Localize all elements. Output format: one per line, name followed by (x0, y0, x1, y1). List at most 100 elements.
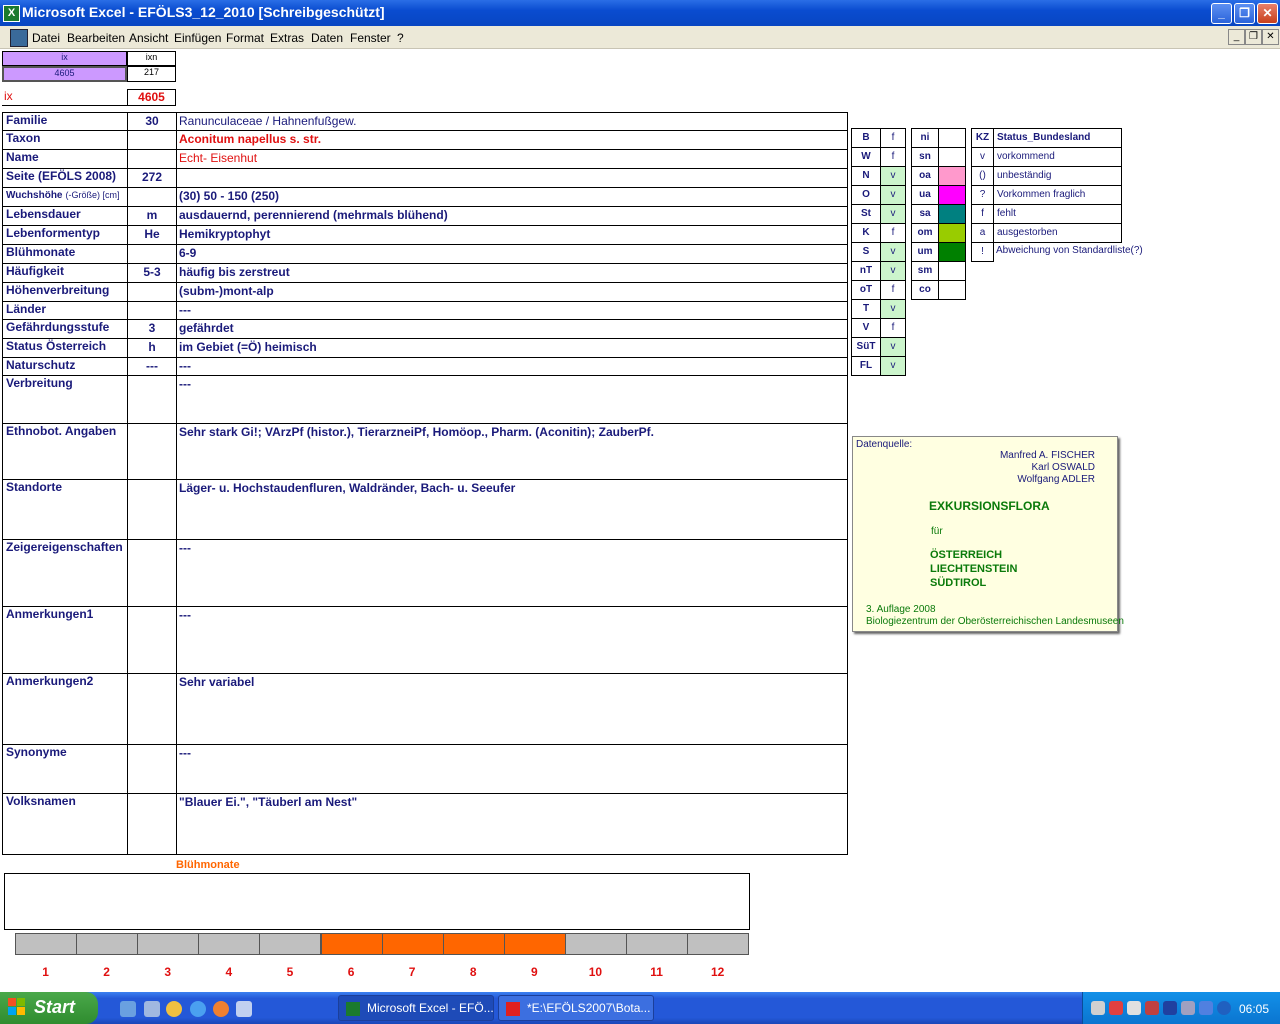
row-text-12[interactable]: im Gebiet (=Ö) heimisch (177, 339, 847, 358)
ixn-header: ixn (127, 51, 176, 66)
row-code-15[interactable] (127, 424, 177, 480)
doc-restore-button[interactable]: ❐ (1245, 29, 1262, 45)
workbook-icon[interactable] (10, 29, 28, 47)
row-text-19[interactable]: Sehr variabel (177, 674, 847, 745)
row-code-17[interactable] (127, 540, 177, 607)
row-code-18[interactable] (127, 607, 177, 674)
row-code-21[interactable] (127, 794, 177, 855)
restore-button[interactable]: ❐ (1234, 3, 1255, 24)
menu-ansicht[interactable]: Ansicht (129, 31, 168, 45)
region-value-5[interactable]: f (880, 223, 906, 243)
quicklaunch-desktop-icon[interactable] (120, 1001, 136, 1017)
menu-daten[interactable]: Daten (311, 31, 343, 45)
menu-einfuegen[interactable]: Einfügen (174, 31, 221, 45)
alt-color-swatch-0 (938, 128, 966, 148)
region-value-12[interactable]: v (880, 356, 906, 376)
quicklaunch-ie-icon[interactable] (190, 1001, 206, 1017)
row-code-0[interactable]: 30 (127, 113, 177, 132)
row-code-8[interactable]: 5-3 (127, 264, 177, 283)
ix-number[interactable]: 4605 (127, 89, 176, 106)
search-icon[interactable] (1127, 1001, 1141, 1015)
region-value-10[interactable]: f (880, 318, 906, 338)
row-text-0[interactable]: Ranunculaceae / Hahnenfußgew. (177, 113, 847, 132)
region-value-4[interactable]: v (880, 204, 906, 224)
app-tray-icon[interactable] (1217, 1001, 1231, 1015)
alert-icon[interactable] (1109, 1001, 1123, 1015)
taskbar-excel-button[interactable]: Microsoft Excel - EFÖ... (338, 995, 494, 1021)
row-code-9[interactable] (127, 283, 177, 302)
shield-icon[interactable] (1163, 1001, 1177, 1015)
row-text-18[interactable]: --- (177, 607, 847, 674)
quicklaunch-app-icon[interactable] (236, 1001, 252, 1017)
region-value-8[interactable]: f (880, 280, 906, 300)
ix-label: ix (2, 89, 127, 106)
row-code-5[interactable]: m (127, 207, 177, 226)
ix-value-cell[interactable]: 4605 (2, 66, 127, 82)
row-code-7[interactable] (127, 245, 177, 264)
row-code-4[interactable] (127, 188, 177, 207)
row-code-10[interactable] (127, 302, 177, 320)
row-code-20[interactable] (127, 745, 177, 794)
menu-datei[interactable]: Datei (32, 31, 60, 45)
row-text-11[interactable]: gefährdet (177, 320, 847, 339)
row-code-13[interactable]: --- (127, 358, 177, 376)
doc-close-button[interactable]: ✕ (1262, 29, 1279, 45)
row-text-10[interactable]: --- (177, 302, 847, 320)
minimize-button[interactable]: _ (1211, 3, 1232, 24)
row-text-4[interactable]: (30) 50 - 150 (250) (177, 188, 847, 207)
row-text-16[interactable]: Läger- u. Hochstaudenfluren, Waldränder,… (177, 480, 847, 540)
row-code-1[interactable] (127, 131, 177, 150)
row-text-1[interactable]: Aconitum napellus s. str. (177, 131, 847, 150)
region-value-2[interactable]: v (880, 166, 906, 186)
row-label-14: Verbreitung (6, 376, 73, 390)
close-button[interactable]: ✕ (1257, 3, 1278, 24)
row-text-7[interactable]: 6-9 (177, 245, 847, 264)
quicklaunch-media-icon[interactable] (166, 1001, 182, 1017)
row-text-2[interactable]: Echt- Eisenhut (177, 150, 847, 169)
menu-format[interactable]: Format (226, 31, 264, 45)
table-row: Zeigereigenschaften --- (2, 540, 848, 607)
row-text-9[interactable]: (subm-)mont-alp (177, 283, 847, 302)
start-button[interactable]: Start (0, 992, 98, 1024)
security-icon[interactable] (1145, 1001, 1159, 1015)
row-text-21[interactable]: "Blauer Ei.", "Täuberl am Nest" (177, 794, 847, 855)
menu-help[interactable]: ? (397, 31, 404, 45)
row-text-13[interactable]: --- (177, 358, 847, 376)
row-code-11[interactable]: 3 (127, 320, 177, 339)
taskbar-explorer-button[interactable]: *E:\EFÖLS2007\Bota... (498, 995, 654, 1021)
row-text-17[interactable]: --- (177, 540, 847, 607)
row-code-2[interactable] (127, 150, 177, 169)
row-code-14[interactable] (127, 376, 177, 424)
region-value-0[interactable]: f (880, 128, 906, 148)
row-code-12[interactable]: h (127, 339, 177, 358)
quicklaunch-firefox-icon[interactable] (213, 1001, 229, 1017)
row-text-8[interactable]: häufig bis zerstreut (177, 264, 847, 283)
region-value-6[interactable]: v (880, 242, 906, 262)
info-icon[interactable] (1199, 1001, 1213, 1015)
quicklaunch-explorer-icon[interactable] (144, 1001, 160, 1017)
region-value-11[interactable]: v (880, 337, 906, 357)
region-value-3[interactable]: v (880, 185, 906, 205)
ixn-value-cell[interactable]: 217 (127, 66, 176, 82)
row-code-19[interactable] (127, 674, 177, 745)
row-code-16[interactable] (127, 480, 177, 540)
volume-icon[interactable] (1181, 1001, 1195, 1015)
network-icon[interactable] (1091, 1001, 1105, 1015)
menu-extras[interactable]: Extras (270, 31, 304, 45)
region-value-7[interactable]: v (880, 261, 906, 281)
row-text-14[interactable]: --- (177, 376, 847, 424)
row-code-3[interactable]: 272 (127, 169, 177, 188)
row-text-3[interactable] (177, 169, 847, 188)
menu-bearbeiten[interactable]: Bearbeiten (67, 31, 125, 45)
region-value-9[interactable]: v (880, 299, 906, 319)
menu-fenster[interactable]: Fenster (350, 31, 391, 45)
row-code-6[interactable]: He (127, 226, 177, 245)
region-value-1[interactable]: f (880, 147, 906, 167)
row-text-20[interactable]: --- (177, 745, 847, 794)
row-text-5[interactable]: ausdauernd, perennierend (mehrmals blühe… (177, 207, 847, 226)
row-text-15[interactable]: Sehr stark Gi!; VArzPf (histor.), Tierar… (177, 424, 847, 480)
alt-color-swatch-4 (938, 204, 966, 224)
row-text-6[interactable]: Hemikryptophyt (177, 226, 847, 245)
doc-minimize-button[interactable]: _ (1228, 29, 1245, 45)
excel-app-icon[interactable]: X (3, 5, 20, 22)
